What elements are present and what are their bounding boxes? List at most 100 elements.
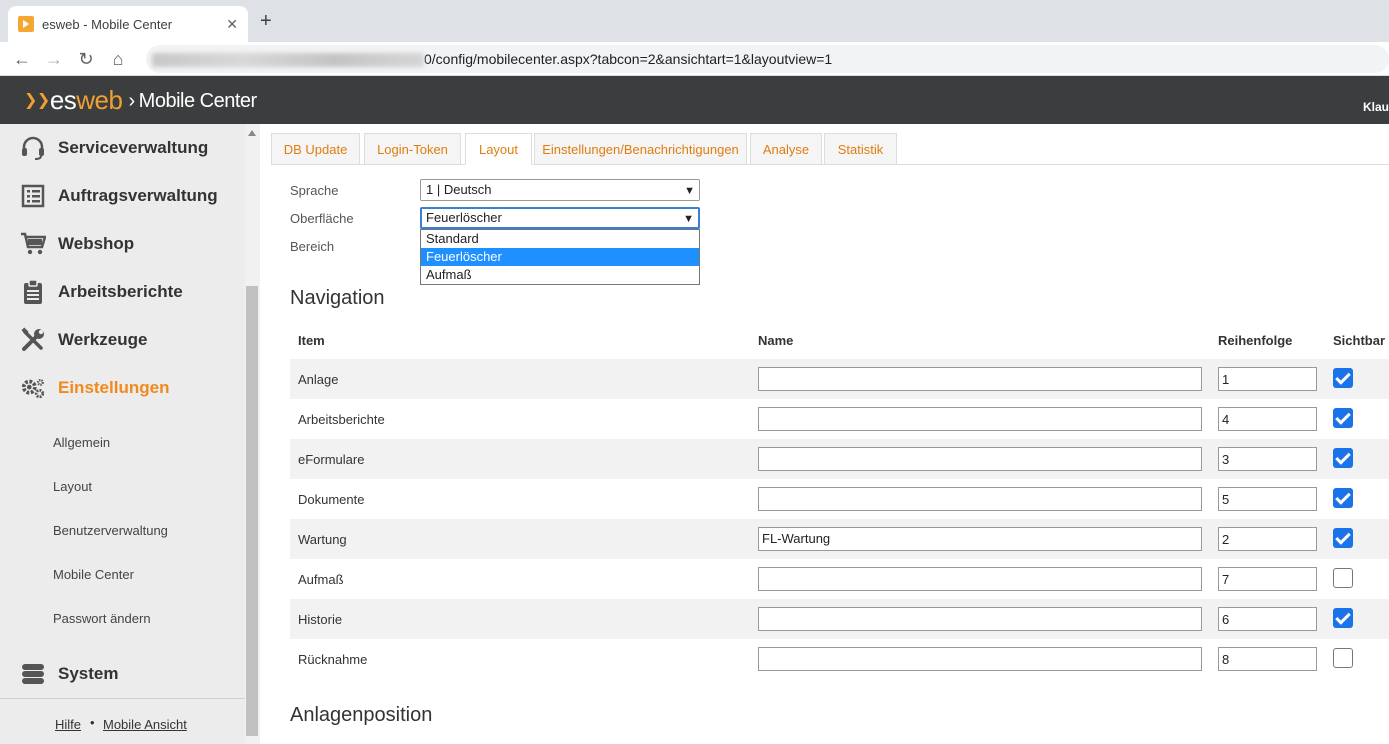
visible-checkbox[interactable] bbox=[1333, 528, 1353, 548]
reload-icon[interactable]: ↻ bbox=[75, 48, 97, 70]
chevron-right-icon: › bbox=[128, 90, 135, 112]
url-path: 0/config/mobilecenter.aspx?tabcon=2&ansi… bbox=[424, 51, 833, 67]
visible-checkbox[interactable] bbox=[1333, 448, 1353, 468]
table-row: Rücknahme 8 bbox=[290, 639, 1389, 679]
sidebar-item-werkzeuge[interactable]: Werkzeuge bbox=[20, 327, 147, 352]
tab-statistik[interactable]: Statistik bbox=[824, 133, 897, 165]
sidebar-item-auftragsverwaltung[interactable]: Auftragsverwaltung bbox=[20, 184, 218, 208]
help-link[interactable]: Hilfe bbox=[55, 717, 81, 732]
app-title: Mobile Center bbox=[138, 90, 258, 112]
user-name[interactable]: Klau bbox=[1363, 100, 1389, 114]
tab-login-token[interactable]: Login-Token bbox=[364, 133, 461, 165]
name-input[interactable] bbox=[758, 367, 1202, 391]
table-row: Dokumente 5 bbox=[290, 479, 1389, 519]
dropdown-option-standard[interactable]: Standard bbox=[421, 230, 699, 248]
sidebar-item-einstellungen[interactable]: Einstellungen bbox=[20, 376, 169, 400]
browser-tabbar: esweb - Mobile Center ✕ + bbox=[0, 0, 1389, 42]
visible-checkbox[interactable] bbox=[1333, 488, 1353, 508]
bereich-label: Bereich bbox=[290, 239, 335, 254]
browser-tab[interactable]: esweb - Mobile Center ✕ bbox=[8, 6, 248, 42]
browser-tab-title: esweb - Mobile Center bbox=[42, 16, 173, 32]
order-input[interactable]: 8 bbox=[1218, 647, 1317, 671]
header-order: Reihenfolge bbox=[1218, 333, 1293, 348]
visible-checkbox[interactable] bbox=[1333, 648, 1353, 668]
sidebar-scrollbar-thumb[interactable] bbox=[246, 286, 258, 736]
order-input[interactable]: 4 bbox=[1218, 407, 1317, 431]
order-input[interactable]: 5 bbox=[1218, 487, 1317, 511]
chevron-down-icon: ▼ bbox=[684, 185, 695, 197]
oberflaeche-dropdown-list: Standard Feuerlöscher Aufmaß bbox=[420, 229, 700, 285]
sidebar-sub-allgemein[interactable]: Allgemein bbox=[53, 435, 110, 450]
scroll-up-icon[interactable] bbox=[248, 130, 256, 136]
sidebar-sub-mobile-center[interactable]: Mobile Center bbox=[53, 567, 134, 582]
address-bar: ← → ↻ ⌂ 0/config/mobilecenter.aspx?tabco… bbox=[0, 42, 1389, 76]
page-tabs: DB Update Login-Token Layout Einstellung… bbox=[271, 133, 1389, 165]
sidebar-item-system[interactable]: System bbox=[20, 662, 118, 686]
header-visible: Sichtbar bbox=[1333, 333, 1386, 348]
sprache-label: Sprache bbox=[290, 183, 339, 198]
sidebar-item-webshop[interactable]: Webshop bbox=[20, 232, 134, 256]
sidebar-sub-benutzerverwaltung[interactable]: Benutzerverwaltung bbox=[53, 523, 168, 538]
order-input[interactable]: 3 bbox=[1218, 447, 1317, 471]
visible-checkbox[interactable] bbox=[1333, 368, 1353, 388]
dropdown-option-aufmass[interactable]: Aufmaß bbox=[421, 266, 699, 284]
new-tab-icon[interactable]: + bbox=[260, 10, 272, 33]
visible-checkbox[interactable] bbox=[1333, 568, 1353, 588]
anlagenposition-title: Anlagenposition bbox=[290, 704, 433, 726]
tab-analyse[interactable]: Analyse bbox=[750, 133, 822, 165]
esweb-logo[interactable]: ❯❯esweb › Mobile Center bbox=[24, 85, 257, 116]
tab-layout[interactable]: Layout bbox=[465, 133, 532, 165]
redacted-host bbox=[152, 53, 424, 68]
forward-icon[interactable]: → bbox=[43, 48, 65, 70]
sidebar-sub-layout[interactable]: Layout bbox=[53, 479, 92, 494]
app-header: ❯❯esweb › Mobile Center Klau bbox=[0, 76, 1389, 124]
back-icon[interactable]: ← bbox=[11, 48, 33, 70]
oberflaeche-label: Oberfläche bbox=[290, 211, 354, 226]
visible-checkbox[interactable] bbox=[1333, 608, 1353, 628]
table-row: Aufmaß 7 bbox=[290, 559, 1389, 599]
close-icon[interactable]: ✕ bbox=[226, 16, 238, 33]
order-input[interactable]: 2 bbox=[1218, 527, 1317, 551]
order-input[interactable]: 6 bbox=[1218, 607, 1317, 631]
clipboard-icon bbox=[20, 279, 46, 304]
favicon-icon bbox=[18, 16, 34, 32]
url-input[interactable]: 0/config/mobilecenter.aspx?tabcon=2&ansi… bbox=[146, 45, 1389, 73]
mobile-view-link[interactable]: Mobile Ansicht bbox=[103, 717, 187, 732]
sidebar-item-serviceverwaltung[interactable]: Serviceverwaltung bbox=[20, 136, 208, 160]
sprache-select[interactable]: 1 | Deutsch ▼ bbox=[420, 179, 700, 201]
table-row: Wartung FL-Wartung 2 bbox=[290, 519, 1389, 559]
name-input[interactable]: FL-Wartung bbox=[758, 527, 1202, 551]
table-row: eFormulare 3 bbox=[290, 439, 1389, 479]
oberflaeche-select[interactable]: Feuerlöscher ▼ bbox=[420, 207, 700, 229]
list-icon bbox=[20, 184, 46, 208]
table-row: Historie 6 bbox=[290, 599, 1389, 639]
table-row: Anlage 1 bbox=[290, 359, 1389, 399]
main-content: DB Update Login-Token Layout Einstellung… bbox=[271, 124, 1389, 744]
database-icon bbox=[20, 662, 46, 686]
name-input[interactable] bbox=[758, 607, 1202, 631]
sidebar-item-arbeitsberichte[interactable]: Arbeitsberichte bbox=[20, 279, 183, 304]
headset-icon bbox=[20, 136, 46, 160]
dropdown-option-feuerloescher[interactable]: Feuerlöscher bbox=[421, 248, 699, 266]
home-icon[interactable]: ⌂ bbox=[107, 48, 129, 70]
tools-icon bbox=[20, 327, 46, 352]
gears-icon bbox=[20, 376, 46, 400]
name-input[interactable] bbox=[758, 567, 1202, 591]
sidebar: Serviceverwaltung Auftragsverwaltung Web… bbox=[0, 124, 260, 744]
navigation-title: Navigation bbox=[290, 287, 385, 309]
name-input[interactable] bbox=[758, 647, 1202, 671]
name-input[interactable] bbox=[758, 447, 1202, 471]
name-input[interactable] bbox=[758, 487, 1202, 511]
name-input[interactable] bbox=[758, 407, 1202, 431]
order-input[interactable]: 7 bbox=[1218, 567, 1317, 591]
sidebar-sub-passwort-aendern[interactable]: Passwort ändern bbox=[53, 611, 151, 626]
chevron-down-icon: ▼ bbox=[683, 213, 694, 225]
visible-checkbox[interactable] bbox=[1333, 408, 1353, 428]
footer-separator: • bbox=[90, 715, 95, 730]
table-row: Arbeitsberichte 4 bbox=[290, 399, 1389, 439]
sidebar-footer: Hilfe • Mobile Ansicht bbox=[0, 698, 245, 744]
tab-einstellungen-benachrichtigungen[interactable]: Einstellungen/Benachrichtigungen bbox=[534, 133, 747, 165]
cart-icon bbox=[20, 232, 46, 256]
order-input[interactable]: 1 bbox=[1218, 367, 1317, 391]
tab-db-update[interactable]: DB Update bbox=[271, 133, 360, 165]
